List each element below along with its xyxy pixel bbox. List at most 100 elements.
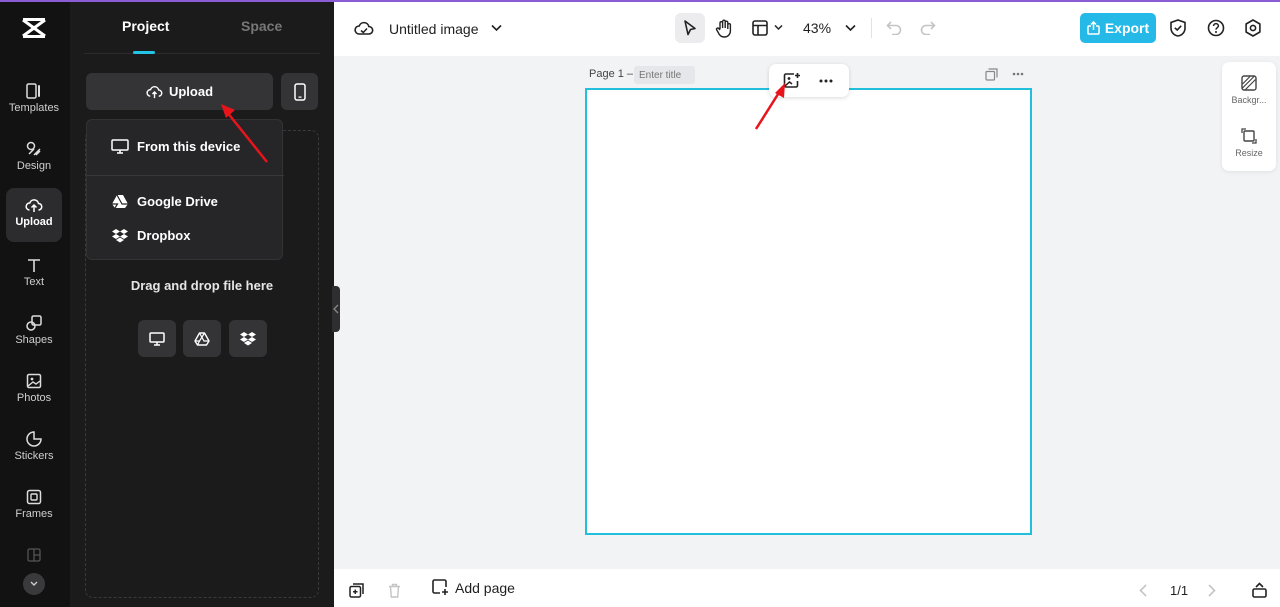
page-title-input[interactable] bbox=[634, 66, 695, 84]
menu-item-label: Dropbox bbox=[137, 227, 191, 243]
add-page-icon bbox=[432, 579, 448, 595]
cloud-sync-icon[interactable] bbox=[354, 20, 374, 36]
mobile-phone-icon bbox=[293, 82, 306, 101]
dropbox-icon bbox=[112, 228, 128, 242]
rail-item-stickers[interactable]: Stickers bbox=[6, 422, 62, 476]
rail-item-shapes[interactable]: Shapes bbox=[6, 306, 62, 360]
rail-item-label: Design bbox=[16, 160, 52, 172]
rail-item-templates[interactable]: Templates bbox=[6, 74, 62, 128]
canvas-page[interactable] bbox=[585, 88, 1032, 535]
design-icon bbox=[26, 141, 41, 156]
page-label: Page 1 – bbox=[589, 68, 634, 80]
drop-zone-text: Drag and drop file here bbox=[130, 278, 274, 293]
shield-check-icon[interactable] bbox=[1170, 19, 1186, 37]
tab-space[interactable]: Space bbox=[241, 18, 282, 34]
rail-item-label: Upload bbox=[15, 216, 53, 228]
pointer-cursor-icon bbox=[684, 20, 696, 36]
monitor-icon bbox=[111, 138, 129, 154]
rail-expand-button[interactable] bbox=[23, 573, 45, 595]
chevron-left-icon bbox=[333, 304, 339, 314]
templates-icon bbox=[26, 83, 40, 99]
chevron-down-icon bbox=[30, 581, 38, 586]
rail-item-label: Stickers bbox=[14, 450, 54, 462]
panel-tabs: Project Space bbox=[84, 0, 320, 54]
zoom-level[interactable]: 43% bbox=[803, 20, 831, 36]
chevron-down-icon[interactable] bbox=[774, 24, 783, 31]
rail-item-design[interactable]: Design bbox=[6, 132, 62, 186]
hand-pan-icon[interactable] bbox=[715, 19, 733, 38]
add-page-button[interactable]: Add page bbox=[432, 579, 515, 596]
active-tab-indicator bbox=[133, 51, 155, 54]
shapes-icon bbox=[26, 315, 42, 331]
chevron-down-icon[interactable] bbox=[491, 24, 502, 32]
background-tool[interactable]: Backgr... bbox=[1222, 75, 1276, 105]
upload-button[interactable]: Upload bbox=[86, 73, 273, 110]
add-page-label: Add page bbox=[455, 579, 515, 596]
rail-item-label: Templates bbox=[8, 102, 60, 114]
rail-item-label: Photos bbox=[16, 392, 52, 404]
rail-item-label: Frames bbox=[15, 508, 53, 520]
more-options-icon[interactable] bbox=[1012, 72, 1024, 76]
background-tool-label: Backgr... bbox=[1231, 95, 1267, 105]
collage-icon bbox=[27, 548, 41, 562]
menu-item-google-drive[interactable]: Google Drive bbox=[111, 191, 218, 211]
toolbar-divider bbox=[871, 18, 872, 38]
frames-icon bbox=[26, 489, 42, 505]
menu-divider bbox=[87, 175, 284, 176]
select-tool-button[interactable] bbox=[675, 13, 705, 43]
undo-icon[interactable] bbox=[886, 21, 902, 35]
stickers-icon bbox=[26, 431, 42, 447]
left-nav-rail: Templates Design Upload Text Shapes Phot… bbox=[0, 0, 70, 607]
rail-item-upload[interactable]: Upload bbox=[6, 188, 62, 242]
help-icon[interactable] bbox=[1207, 19, 1225, 37]
rail-item-text[interactable]: Text bbox=[6, 248, 62, 302]
menu-item-label: Google Drive bbox=[137, 193, 218, 209]
export-button[interactable]: Export bbox=[1080, 13, 1156, 43]
rail-item-frames[interactable]: Frames bbox=[6, 480, 62, 534]
capcut-logo-icon bbox=[22, 18, 46, 38]
document-title[interactable]: Untitled image bbox=[389, 21, 479, 37]
chevron-left-icon[interactable] bbox=[1139, 584, 1147, 597]
floating-page-toolbar bbox=[769, 64, 849, 97]
google-drive-icon bbox=[194, 331, 210, 346]
resize-tool-label: Resize bbox=[1235, 148, 1263, 158]
redo-icon[interactable] bbox=[920, 21, 936, 35]
menu-item-label: From this device bbox=[137, 138, 241, 154]
page-counter: 1/1 bbox=[1170, 583, 1189, 598]
export-share-icon bbox=[1087, 21, 1100, 35]
upload-cloud-icon bbox=[146, 86, 163, 99]
google-drive-icon bbox=[112, 194, 128, 208]
tab-project[interactable]: Project bbox=[122, 18, 169, 34]
upload-cloud-icon bbox=[25, 199, 43, 212]
more-options-icon[interactable] bbox=[819, 79, 833, 83]
resize-icon bbox=[1241, 128, 1257, 144]
right-side-tools: Backgr... Resize bbox=[1222, 62, 1276, 171]
pages-panel-icon[interactable] bbox=[1252, 582, 1267, 598]
rail-item-label: Shapes bbox=[15, 334, 53, 346]
layout-icon[interactable] bbox=[752, 20, 768, 36]
bottom-bar: Add page 1/1 bbox=[334, 569, 1280, 607]
rail-item-photos[interactable]: Photos bbox=[6, 364, 62, 418]
monitor-icon bbox=[149, 331, 165, 346]
dropzone-google-drive-button[interactable] bbox=[183, 320, 221, 357]
duplicate-page-icon[interactable] bbox=[985, 68, 998, 81]
add-image-icon[interactable] bbox=[783, 72, 801, 89]
upload-source-menu: From this device Google Drive Dropbox bbox=[86, 119, 284, 260]
chevron-right-icon[interactable] bbox=[1208, 584, 1216, 597]
duplicate-page-icon[interactable] bbox=[349, 583, 364, 598]
background-icon bbox=[1241, 75, 1257, 91]
top-accent-line bbox=[0, 0, 1280, 2]
panel-collapse-handle[interactable] bbox=[332, 286, 340, 332]
chevron-down-icon[interactable] bbox=[845, 24, 856, 32]
dropzone-device-button[interactable] bbox=[138, 320, 176, 357]
rail-item-label: Text bbox=[23, 276, 45, 288]
trash-icon[interactable] bbox=[388, 583, 401, 598]
dropbox-icon bbox=[240, 332, 256, 346]
menu-item-dropbox[interactable]: Dropbox bbox=[111, 225, 190, 245]
dropzone-dropbox-button[interactable] bbox=[229, 320, 267, 357]
export-button-label: Export bbox=[1104, 20, 1150, 36]
settings-gear-icon[interactable] bbox=[1244, 19, 1262, 37]
resize-tool[interactable]: Resize bbox=[1222, 128, 1276, 158]
upload-from-phone-button[interactable] bbox=[281, 73, 318, 110]
menu-item-from-device[interactable]: From this device bbox=[111, 136, 240, 156]
